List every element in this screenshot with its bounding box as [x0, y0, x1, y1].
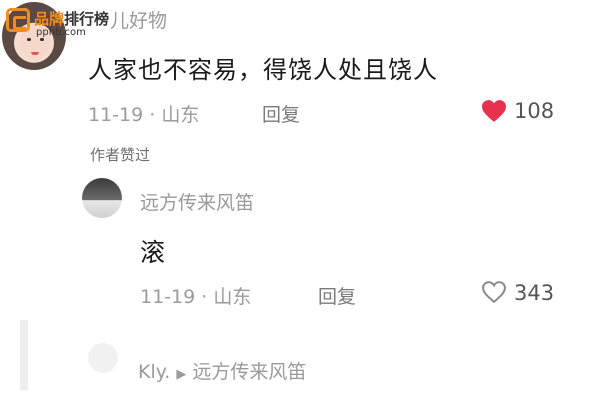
left-decoration [20, 320, 28, 390]
watermark-logo: 品牌排行榜 pphb.com [0, 0, 120, 40]
reply-like-count: 343 [514, 281, 555, 305]
meta-separator: · [149, 104, 156, 126]
nested-reply-header: Kly. ▶ 远方传来风笛 [138, 357, 306, 384]
nested-username[interactable]: Kly. [138, 361, 170, 383]
like-count: 108 [514, 99, 555, 123]
logo-url: pphb.com [36, 27, 86, 38]
comment-location: 山东 [161, 104, 200, 126]
reply-reply-button[interactable]: 回复 [318, 282, 356, 309]
reply-arrow-icon: ▶ [176, 367, 187, 382]
author-liked-badge: 作者赞过 [90, 146, 151, 164]
nested-target-username[interactable]: 远方传来风笛 [192, 361, 306, 383]
nested-avatar[interactable] [88, 343, 118, 373]
reply-button[interactable]: 回复 [262, 100, 300, 127]
logo-icon [6, 8, 30, 32]
reply-location: 山东 [213, 286, 252, 308]
replier-username[interactable]: 远方传来风笛 [140, 188, 254, 215]
reply-date: 11-19 [140, 286, 196, 308]
comment-date: 11-19 [88, 104, 144, 126]
meta-separator: · [201, 286, 208, 308]
logo-text: 品牌排行榜 [34, 10, 110, 28]
reply-meta: 11-19 · 山东 [140, 282, 251, 309]
replier-avatar[interactable] [82, 178, 122, 218]
reply-text: 滚 [140, 238, 167, 267]
like-heart-icon[interactable] [480, 99, 508, 123]
like-heart-outline-icon[interactable] [480, 280, 508, 304]
comment-meta: 11-19 · 山东 [88, 100, 199, 127]
comment-text: 人家也不容易，得饶人处且饶人 [88, 56, 438, 84]
